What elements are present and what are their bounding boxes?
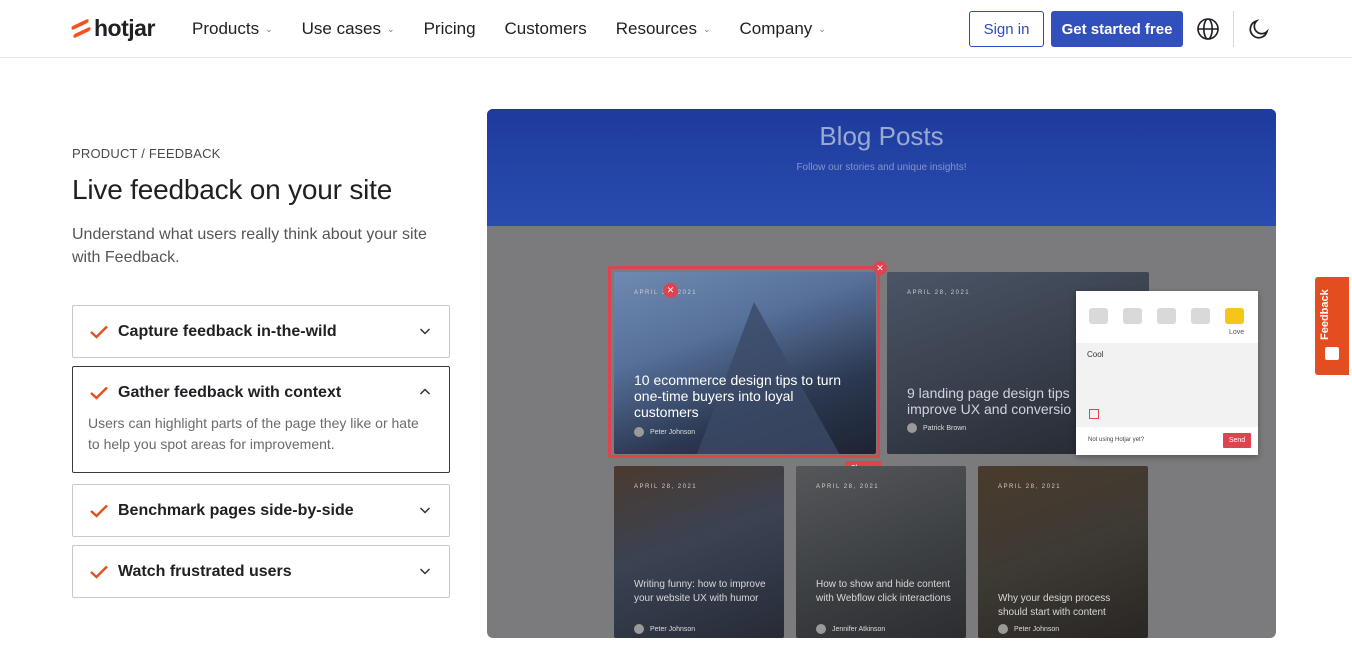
dislike-face-icon[interactable] bbox=[1123, 308, 1142, 324]
smiley-icon bbox=[1325, 347, 1339, 360]
avatar bbox=[816, 624, 826, 634]
menu-label: Pricing bbox=[423, 19, 476, 38]
accordion-item-benchmark[interactable]: Benchmark pages side-by-side bbox=[72, 484, 450, 537]
card-date: APRIL 28, 2021 bbox=[634, 484, 698, 490]
card-title: 9 landing page design tips improve UX an… bbox=[907, 385, 1072, 417]
accordion-item-capture[interactable]: Capture feedback in-the-wild bbox=[72, 305, 450, 358]
chevron-down-icon: ⌄ bbox=[265, 23, 273, 34]
mockup-header: Blog Posts Follow our stories and unique… bbox=[487, 109, 1276, 226]
get-started-button[interactable]: Get started free bbox=[1051, 11, 1183, 47]
card-title: Writing funny: how to improve your websi… bbox=[634, 579, 766, 604]
accordion-label: Gather feedback with context bbox=[118, 383, 342, 401]
card-author: Patrick Brown bbox=[907, 423, 966, 433]
check-icon bbox=[90, 565, 108, 579]
card-title: Why your design process should start wit… bbox=[998, 593, 1111, 618]
accordion-label: Benchmark pages side-by-side bbox=[118, 501, 354, 519]
side-tab-label: Feedback bbox=[1319, 289, 1331, 341]
menu-label: Company bbox=[739, 19, 813, 38]
widget-footer-text[interactable]: Not using Hotjar yet? bbox=[1088, 437, 1144, 443]
page-subtitle: Understand what users really think about… bbox=[72, 226, 427, 266]
feedback-widget: Love Cool Not using Hotjar yet? Send bbox=[1076, 291, 1258, 455]
chevron-down-icon: ⌄ bbox=[818, 23, 826, 34]
check-icon bbox=[90, 325, 108, 339]
chevron-down-icon: ⌄ bbox=[702, 23, 711, 34]
neutral-face-icon[interactable] bbox=[1157, 308, 1176, 324]
hate-face-icon[interactable] bbox=[1089, 308, 1108, 324]
globe-icon[interactable] bbox=[1196, 17, 1220, 41]
accordion-label: Watch frustrated users bbox=[118, 562, 292, 580]
close-icon[interactable]: ✕ bbox=[663, 283, 678, 298]
menu-label: Customers bbox=[504, 19, 587, 38]
blog-card: APRIL 28, 2021 Writing funny: how to imp… bbox=[614, 466, 784, 638]
breadcrumb: PRODUCT / FEEDBACK bbox=[72, 146, 221, 161]
chevron-up-icon bbox=[419, 388, 431, 395]
chevron-down-icon bbox=[419, 507, 431, 514]
feedback-demo-mockup: Blog Posts Follow our stories and unique… bbox=[487, 109, 1276, 638]
menu-item-company[interactable]: Company ⌄ bbox=[740, 19, 826, 39]
card-title: How to show and hide content with Webflo… bbox=[816, 579, 951, 604]
menu-label: Use cases bbox=[301, 19, 382, 38]
rating-faces bbox=[1089, 308, 1244, 324]
avatar bbox=[998, 624, 1008, 634]
logo-text: hotjar bbox=[94, 15, 155, 41]
send-button[interactable]: Send bbox=[1223, 433, 1251, 448]
card-date: APRIL 28, 2021 bbox=[998, 484, 1062, 490]
accordion-label: Capture feedback in-the-wild bbox=[118, 322, 337, 340]
hotjar-logo-icon bbox=[71, 17, 91, 39]
nav-divider bbox=[1233, 11, 1234, 47]
top-nav: hotjar Products ⌄ Use cases ⌄ Pricing Cust… bbox=[0, 0, 1352, 58]
like-face-icon[interactable] bbox=[1191, 308, 1210, 324]
screenshot-icon[interactable] bbox=[1089, 409, 1099, 419]
menu-label: Products bbox=[192, 19, 260, 38]
main-menu: Products ⌄ Use cases ⌄ Pricing Customers R… bbox=[192, 0, 855, 58]
card-author: Jennifer Atkinson bbox=[816, 624, 885, 634]
menu-item-products[interactable]: Products ⌄ bbox=[192, 19, 273, 39]
mockup-subtitle: Follow our stories and unique insights! bbox=[796, 162, 967, 173]
blog-card: APRIL 28, 2021 How to show and hide cont… bbox=[796, 466, 966, 638]
blog-card: APRIL 28, 2021 Why your design process s… bbox=[978, 466, 1148, 638]
accordion-header[interactable]: Gather feedback with context bbox=[73, 367, 449, 418]
menu-item-use-cases[interactable]: Use cases ⌄ bbox=[302, 19, 395, 39]
page-title: Live feedback on your site bbox=[72, 174, 393, 205]
accordion-header[interactable]: Benchmark pages side-by-side bbox=[73, 485, 449, 536]
sign-in-button[interactable]: Sign in bbox=[969, 11, 1044, 47]
chevron-down-icon bbox=[419, 328, 431, 335]
card-author: Peter Johnson bbox=[634, 624, 695, 634]
moon-icon[interactable] bbox=[1247, 17, 1271, 41]
accordion-body: Users can highlight parts of the page th… bbox=[88, 415, 419, 452]
accordion-item-context[interactable]: Gather feedback with context Users can h… bbox=[72, 366, 450, 473]
chevron-down-icon bbox=[419, 568, 431, 575]
accordion-header[interactable]: Capture feedback in-the-wild bbox=[73, 306, 449, 357]
feedback-side-tab[interactable]: Feedback bbox=[1315, 277, 1349, 375]
accordion-item-frustrated[interactable]: Watch frustrated users bbox=[72, 545, 450, 598]
avatar bbox=[907, 423, 917, 433]
mockup-title: Blog Posts bbox=[819, 121, 944, 151]
card-date: APRIL 28, 2021 bbox=[907, 290, 971, 296]
menu-item-pricing[interactable]: Pricing bbox=[424, 19, 476, 39]
menu-item-resources[interactable]: Resources ⌄ bbox=[616, 19, 711, 39]
face-label: Love bbox=[1229, 329, 1245, 336]
chevron-down-icon: ⌄ bbox=[387, 23, 395, 34]
check-icon bbox=[90, 504, 108, 518]
menu-item-customers[interactable]: Customers bbox=[505, 19, 587, 39]
accordion-header[interactable]: Watch frustrated users bbox=[73, 546, 449, 597]
card-date: APRIL 28, 2021 bbox=[816, 484, 880, 490]
highlight-selection bbox=[608, 266, 880, 458]
avatar bbox=[634, 624, 644, 634]
love-face-icon[interactable] bbox=[1225, 308, 1244, 324]
hotjar-logo[interactable]: hotjar bbox=[71, 15, 155, 42]
menu-label: Resources bbox=[615, 19, 697, 38]
feedback-textarea[interactable]: Cool bbox=[1076, 343, 1258, 427]
check-icon bbox=[90, 386, 108, 400]
close-icon[interactable]: ✕ bbox=[873, 261, 887, 275]
feedback-text-value: Cool bbox=[1087, 350, 1104, 359]
card-author: Peter Johnson bbox=[998, 624, 1059, 634]
